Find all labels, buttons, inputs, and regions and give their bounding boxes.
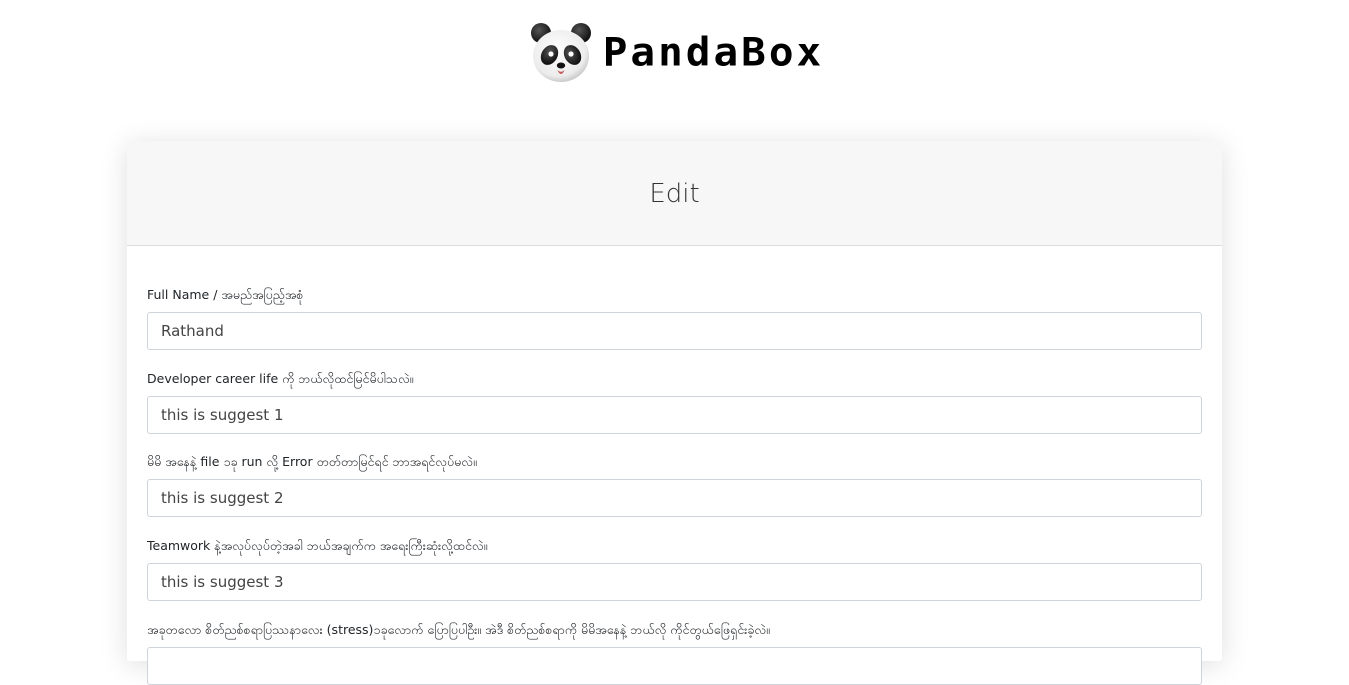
field-stress: အခုတလော စိတ်ညစ်စရာပြဿနာလေး (stress)၁ခုလေ… (147, 621, 1202, 685)
field-developer-career: Developer career life ကို ဘယ်လိုထင်မြင်မ… (147, 370, 1202, 434)
field-label: Developer career life ကို ဘယ်လိုထင်မြင်မ… (147, 371, 414, 386)
error-handling-input[interactable] (147, 479, 1202, 517)
developer-career-input[interactable] (147, 396, 1202, 434)
field-label: Full Name / အမည်အပြည့်အစုံ (147, 287, 304, 302)
stress-input[interactable] (147, 647, 1202, 685)
full-name-input[interactable] (147, 312, 1202, 350)
brand-logo[interactable]: PandaBox (529, 20, 824, 84)
field-error-handling: မိမိ အနေနဲ့ file ၁ခု run လို့ Error တတ်တ… (147, 453, 1202, 517)
field-label: အခုတလော စိတ်ညစ်စရာပြဿနာလေး (stress)၁ခုလေ… (147, 622, 770, 637)
card-header: Edit (127, 141, 1222, 246)
field-label: မိမိ အနေနဲ့ file ၁ခု run လို့ Error တတ်တ… (147, 454, 477, 469)
edit-form-card: Edit Full Name / အမည်အပြည့်အစုံ Develope… (127, 141, 1222, 685)
field-full-name: Full Name / အမည်အပြည့်အစုံ (147, 286, 1202, 350)
brand-name: PandaBox (602, 28, 825, 75)
field-label: Teamwork နဲ့အလုပ်လုပ်တဲ့အခါ ဘယ်အချက်က အရ… (147, 538, 488, 553)
page-title: Edit (649, 179, 700, 209)
panda-face-icon (530, 23, 591, 82)
header: PandaBox (0, 20, 1349, 84)
teamwork-input[interactable] (147, 563, 1202, 601)
field-teamwork: Teamwork နဲ့အလုပ်လုပ်တဲ့အခါ ဘယ်အချက်က အရ… (147, 537, 1202, 601)
